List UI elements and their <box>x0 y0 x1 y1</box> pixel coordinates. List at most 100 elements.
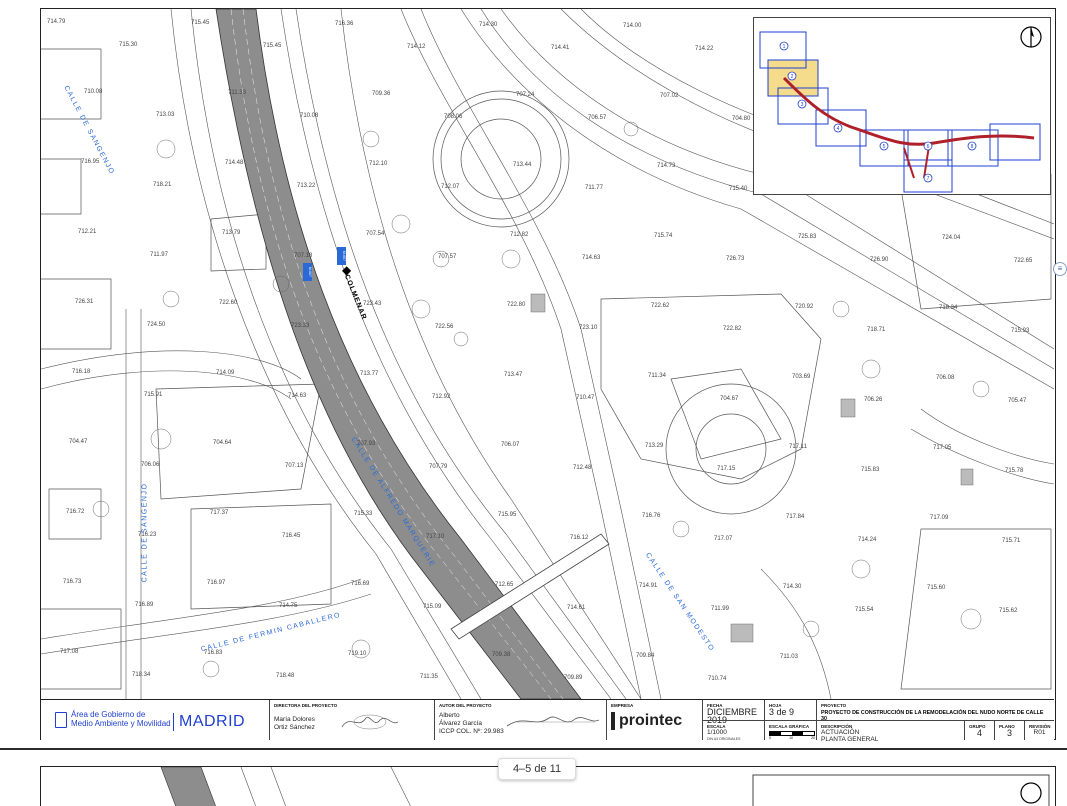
elevation-label: 712.21 <box>78 229 97 235</box>
elevation-label: 723.43 <box>363 301 382 307</box>
sheet-badge-label: 5 <box>883 144 886 150</box>
elevation-label: 722.82 <box>723 326 742 332</box>
arena-dome-inner <box>695 413 767 485</box>
page-indicator: 4–5 de 11 <box>498 758 576 780</box>
date-cell: FECHA DICIEMBRE 2019 <box>702 700 764 725</box>
scale-note: DIN A3 ORIGINALES <box>707 737 741 741</box>
elevation-label: 712.82 <box>510 232 529 238</box>
elevation-label: 704.47 <box>69 439 88 445</box>
elevation-label: 714.63 <box>288 393 307 399</box>
elevation-label: 704.80 <box>732 116 751 122</box>
elevation-label: 716.73 <box>63 579 82 585</box>
building-block <box>41 278 112 350</box>
elevation-label: 723.10 <box>579 325 598 331</box>
logo-line-1: Área de Gobierno de <box>71 710 146 719</box>
sheet-badge-label: 4 <box>837 126 840 132</box>
elevation-label: 712.65 <box>495 582 514 588</box>
description-line: PLANTA GENERAL <box>821 736 879 743</box>
elevation-label: 715.45 <box>263 43 282 49</box>
roundabout <box>460 118 542 200</box>
elevation-label: 707.02 <box>660 93 679 99</box>
elevation-label: 726.90 <box>870 257 889 263</box>
elevation-label: 716.12 <box>570 535 589 541</box>
elevation-label: 710.47 <box>576 395 595 401</box>
elevation-label: 715.93 <box>1011 328 1030 334</box>
elevation-label: 714.00 <box>623 23 642 29</box>
scale-tick: 20 <box>811 736 815 740</box>
elevation-label: 723.33 <box>291 323 310 329</box>
elevation-label: 710.08 <box>84 89 103 95</box>
elevation-label: 714.48 <box>225 160 244 166</box>
page-separator <box>0 748 1067 750</box>
company-logo: prointec <box>611 712 698 730</box>
sheet-value: 3 de 9 <box>769 707 795 717</box>
elevation-label: 711.33 <box>228 90 247 96</box>
sheet-badge-label: 6 <box>927 144 930 150</box>
elevation-label: 710.08 <box>300 113 319 119</box>
elevation-label: 714.41 <box>551 45 570 51</box>
elevation-label: 725.83 <box>798 234 817 240</box>
elevation-label: 704.67 <box>720 396 739 402</box>
elevation-label: 708.06 <box>444 114 463 120</box>
sheet-badge-label: 1 <box>783 44 786 50</box>
elevation-label: 717.11 <box>789 444 808 450</box>
crosswalk <box>960 468 974 486</box>
elevation-label: 705.47 <box>1008 398 1027 404</box>
elevation-label: 716.45 <box>282 533 301 539</box>
stadium-building <box>600 293 822 480</box>
elevation-label: 714.73 <box>657 163 676 169</box>
elevation-label: 714.30 <box>479 22 498 28</box>
city-logo-cell: Área de Gobierno de Medio Ambiente y Mov… <box>41 700 269 740</box>
elevation-label: 714.30 <box>783 584 802 590</box>
elevation-label: 707.18 <box>294 253 313 259</box>
elevation-label: 713.47 <box>504 372 523 378</box>
elevation-label: 703.69 <box>792 374 811 380</box>
side-scroll-handle-icon[interactable]: ≡ <box>1053 262 1067 276</box>
elevation-label: 715.40 <box>729 186 748 192</box>
elevation-label: 712.48 <box>573 465 592 471</box>
elevation-label: 711.35 <box>420 674 439 680</box>
elevation-label: 720.92 <box>795 304 814 310</box>
elevation-label: 716.69 <box>351 581 370 587</box>
elevation-label: 714.22 <box>695 46 714 52</box>
elevation-label: 714.24 <box>858 537 877 543</box>
project-caption: PROYECTO <box>821 703 847 708</box>
elevation-label: 717.10 <box>426 534 445 540</box>
signature-icon <box>341 714 399 730</box>
crosswalk <box>530 293 546 313</box>
elevation-label: 719.10 <box>348 651 367 657</box>
elevation-label: 726.73 <box>726 256 745 262</box>
elevation-label: 718.21 <box>153 182 172 188</box>
elevation-label: 716.36 <box>335 21 354 27</box>
building-block <box>900 528 1052 690</box>
elevation-label: 715.33 <box>354 511 373 517</box>
elevation-label: 714.91 <box>639 583 658 589</box>
elevation-label: 726.31 <box>75 299 94 305</box>
elevation-label: 715.78 <box>1005 468 1024 474</box>
elevation-label: 714.63 <box>582 255 601 261</box>
key-map-inset: 1 2 3 4 5 6 7 8 <box>753 17 1051 195</box>
elevation-label: 712.92 <box>432 394 451 400</box>
elevation-label: 718.71 <box>867 327 886 333</box>
scale-tick: 10 <box>789 736 793 740</box>
elevation-label: 717.07 <box>714 536 733 542</box>
plan-cell: PLANO 3 <box>994 720 1024 740</box>
elevation-label: 713.77 <box>360 371 379 377</box>
project-cell: PROYECTO PROYECTO DE CONSTRUCCIÓN DE LA … <box>816 700 1054 722</box>
elevation-label: 715.91 <box>144 392 163 398</box>
elevation-label: 707.79 <box>429 464 448 470</box>
elevation-label: 716.76 <box>642 513 661 519</box>
elevation-label: 713.44 <box>513 162 532 168</box>
madrid-crest-icon <box>55 712 67 728</box>
elevation-label: 715.62 <box>999 608 1018 614</box>
elevation-label: 707.54 <box>366 231 385 237</box>
crosswalk <box>730 623 754 643</box>
sports-court <box>210 213 267 272</box>
elevation-label: 724.04 <box>942 235 961 241</box>
elevation-label: 715.71 <box>1002 538 1021 544</box>
elevation-label: 715.45 <box>191 20 210 26</box>
graphic-scale-cell: ESCALA GRÁFICA 0 10 20 <box>764 720 816 740</box>
elevation-label: 713.79 <box>222 230 241 236</box>
elevation-label: 716.72 <box>66 509 85 515</box>
elevation-label: 714.12 <box>407 44 426 50</box>
